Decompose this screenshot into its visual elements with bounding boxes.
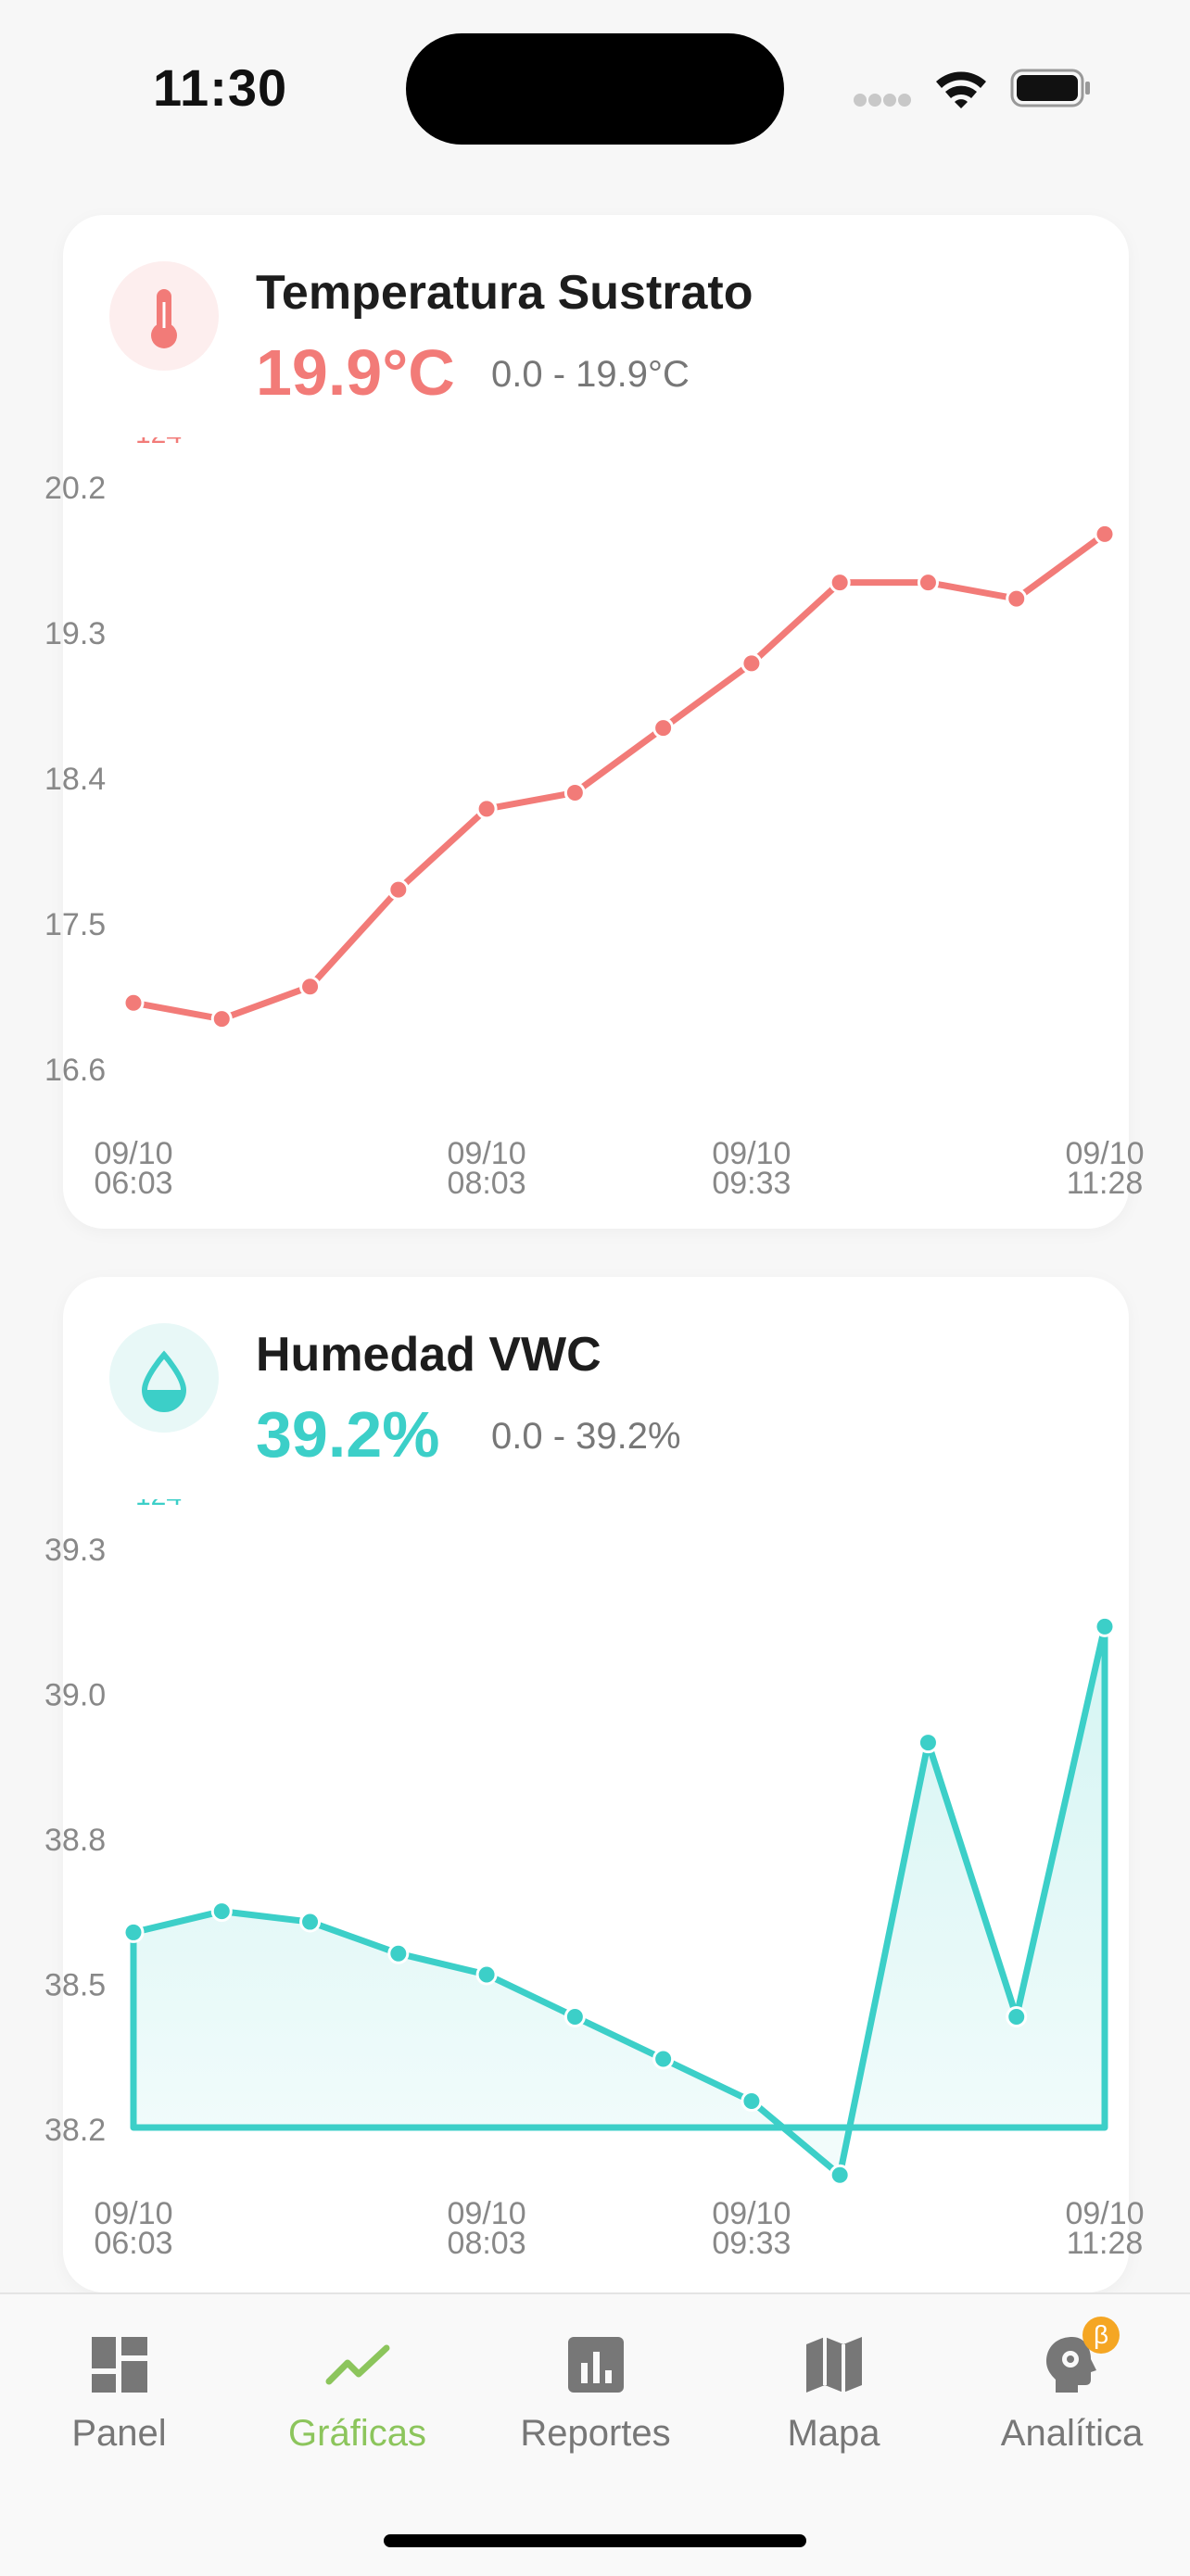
- data-point: [210, 1900, 233, 1923]
- y-tick-label: 38.2: [44, 2113, 106, 2148]
- data-point: [1094, 1615, 1116, 1637]
- card-current-value: 39.2%: [256, 1398, 440, 1471]
- thermometer-icon: [151, 289, 177, 348]
- y-tick-label: 20.2: [44, 471, 106, 506]
- data-point: [741, 2090, 763, 2113]
- y-tick-label: 18.4: [44, 762, 106, 797]
- tab-label: Reportes: [520, 2413, 671, 2454]
- data-point: [387, 1942, 410, 1964]
- clipped-data-label: 124: [135, 437, 182, 449]
- tab-graficas[interactable]: Gráficas: [238, 2294, 476, 2470]
- data-point: [387, 878, 410, 901]
- series-line: [133, 531, 1108, 1023]
- tab-label: Analítica: [1000, 2413, 1144, 2454]
- status-time: 11:30: [153, 58, 288, 117]
- data-point: [475, 798, 498, 820]
- y-tick-label: 38.5: [44, 1968, 106, 2003]
- card-title: Temperatura Sustrato: [256, 266, 753, 320]
- tab-analitica[interactable]: β Analítica: [953, 2294, 1190, 2470]
- data-point: [563, 2005, 586, 2027]
- card-range: 0.0 - 19.9°C: [491, 354, 690, 395]
- data-point: [652, 2048, 675, 2070]
- tab-label: Panel: [71, 2413, 167, 2454]
- data-point: [917, 572, 939, 594]
- card-current-value: 19.9°C: [256, 336, 455, 409]
- temperature-chart[interactable]: 20.219.318.417.516.612409/1006:0309/1008…: [0, 437, 1190, 1229]
- data-point: [741, 652, 763, 675]
- x-tick-time: 09:33: [712, 1166, 791, 1201]
- data-point: [829, 572, 851, 594]
- data-point: [475, 1964, 498, 1986]
- y-tick-label: 17.5: [44, 907, 106, 942]
- data-point: [1006, 2005, 1028, 2027]
- x-tick-time: 09:33: [712, 2226, 791, 2261]
- data-point: [299, 1911, 322, 1933]
- data-point: [1094, 523, 1116, 545]
- x-tick-time: 08:03: [448, 2226, 526, 2261]
- data-point: [652, 717, 675, 739]
- map-icon: [805, 2337, 862, 2393]
- card-title: Humedad VWC: [256, 1328, 601, 1382]
- tab-mapa[interactable]: Mapa: [715, 2294, 953, 2470]
- dashboard-icon: [91, 2337, 147, 2393]
- humidity-chart[interactable]: 39.339.038.838.538.212409/1006:0309/1008…: [0, 1499, 1190, 2291]
- humidity-card[interactable]: Humedad VWC 39.2% 0.0 - 39.2% 39.3 39.0 38…: [44, 1277, 1145, 2292]
- area-fill: [130, 1623, 1108, 2178]
- trending-chart-icon: [325, 2344, 389, 2385]
- battery-icon: [1010, 69, 1090, 107]
- x-tick-time: 08:03: [448, 1166, 526, 1201]
- x-tick-time: 06:03: [94, 2226, 172, 2261]
- humidity-icon-bubble: [109, 1323, 219, 1433]
- y-tick-label: 19.3: [44, 616, 106, 651]
- x-tick-time: 06:03: [94, 1166, 172, 1201]
- cellular-signal-icon: [854, 94, 911, 107]
- status-bar: 11:30: [0, 0, 1190, 185]
- x-tick-time: 11:28: [1067, 2226, 1144, 2261]
- data-point: [563, 781, 586, 803]
- clipped-data-label: 124: [135, 1499, 182, 1511]
- y-tick-label: 16.6: [44, 1053, 106, 1088]
- water-drop-icon: [141, 1350, 187, 1412]
- tab-panel[interactable]: Panel: [0, 2294, 238, 2470]
- home-indicator: [384, 2534, 806, 2547]
- dynamic-island: [406, 33, 784, 145]
- tab-reportes[interactable]: Reportes: [476, 2294, 715, 2470]
- beta-badge: β: [1082, 2317, 1120, 2354]
- data-point: [122, 991, 145, 1014]
- data-point: [210, 1008, 233, 1030]
- bar-chart-icon: [567, 2337, 624, 2393]
- data-point: [122, 1921, 145, 1943]
- wifi-icon: [936, 71, 986, 108]
- y-tick-label: 39.0: [44, 1678, 106, 1713]
- data-point: [917, 1732, 939, 1754]
- data-point: [829, 2164, 851, 2186]
- data-point: [1006, 587, 1028, 610]
- tab-label: Mapa: [787, 2413, 880, 2454]
- y-tick-label: 39.3: [44, 1533, 106, 1568]
- tab-label: Gráficas: [288, 2413, 426, 2454]
- data-point: [299, 976, 322, 998]
- card-range: 0.0 - 39.2%: [491, 1416, 681, 1457]
- x-tick-time: 11:28: [1067, 1166, 1144, 1201]
- temperature-icon-bubble: [109, 261, 219, 371]
- temperature-card[interactable]: Temperatura Sustrato 19.9°C 0.0 - 19.9°C…: [44, 215, 1145, 1229]
- y-tick-label: 38.8: [44, 1823, 106, 1858]
